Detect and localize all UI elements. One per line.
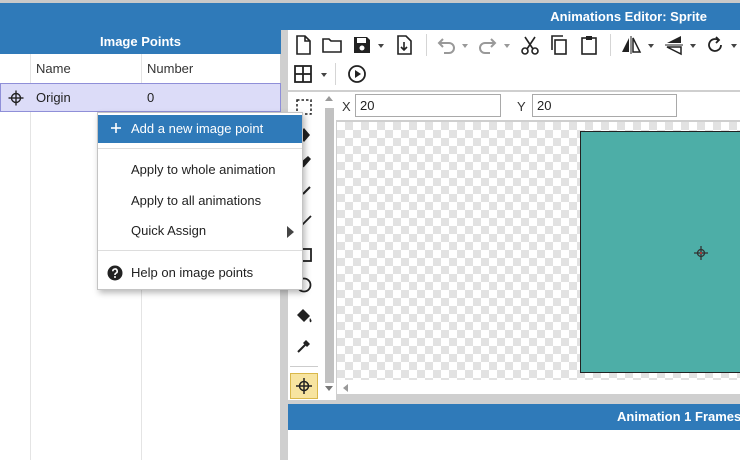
redo-icon[interactable] — [477, 34, 499, 56]
row-number: 0 — [147, 90, 155, 105]
column-divider — [30, 54, 31, 460]
menu-item-label: Apply to whole animation — [131, 162, 276, 177]
scroll-left-arrow[interactable] — [343, 384, 348, 392]
frames-panel-body — [288, 430, 740, 460]
menu-separator — [98, 148, 302, 149]
undo-icon[interactable] — [435, 34, 457, 56]
save-icon[interactable] — [351, 34, 373, 56]
rotate-icon[interactable] — [704, 34, 726, 56]
window-title: Animations Editor: Sprite — [550, 9, 707, 24]
save-dropdown-caret[interactable] — [378, 44, 384, 48]
plus-icon — [109, 121, 123, 135]
grid-dropdown-caret[interactable] — [321, 73, 327, 77]
coordinates-bar: X 20 Y 20 — [288, 92, 740, 120]
table-row[interactable]: Origin 0 — [0, 83, 281, 112]
flip-vertical-icon[interactable] — [663, 34, 685, 56]
image-point-icon[interactable] — [290, 373, 318, 399]
menu-item-label: Help on image points — [131, 265, 254, 280]
scroll-down-arrow[interactable] — [325, 386, 333, 391]
tool-separator — [290, 366, 318, 367]
frames-panel-header: Animation 1 Frames ( — [288, 404, 740, 430]
x-label: X — [342, 99, 351, 114]
row-name: Origin — [36, 90, 71, 105]
frames-panel-title: Animation 1 Frames ( — [617, 409, 740, 424]
y-coordinate-input[interactable]: 20 — [532, 94, 677, 117]
cut-icon[interactable] — [519, 34, 541, 56]
editor-toolbar — [288, 30, 740, 90]
menu-item-label: Apply to all animations — [131, 193, 262, 208]
rotate-dropdown-caret[interactable] — [731, 44, 737, 48]
flip-v-dropdown-caret[interactable] — [690, 44, 696, 48]
open-folder-icon[interactable] — [321, 34, 343, 56]
menu-item-help-image-points[interactable]: Help on image points — [98, 259, 302, 287]
import-icon[interactable] — [393, 34, 415, 56]
crosshair-icon — [8, 90, 24, 106]
menu-separator — [98, 250, 302, 251]
x-coordinate-input[interactable]: 20 — [355, 94, 501, 117]
toolbar-separator — [610, 34, 611, 56]
column-header-name[interactable]: Name — [36, 54, 141, 84]
new-file-icon[interactable] — [292, 34, 314, 56]
column-header-number[interactable]: Number — [147, 54, 280, 84]
flip-h-dropdown-caret[interactable] — [648, 44, 654, 48]
y-label: Y — [517, 99, 526, 114]
scroll-thumb[interactable] — [325, 108, 334, 383]
canvas-horizontal-scrollbar[interactable] — [337, 380, 740, 394]
menu-item-quick-assign[interactable]: Quick Assign — [98, 217, 302, 245]
menu-item-label: Quick Assign — [131, 223, 207, 238]
menu-item-add-image-point[interactable]: Add a new image point — [98, 115, 302, 143]
grid-icon[interactable] — [292, 63, 314, 85]
sprite-image — [580, 131, 740, 373]
play-icon[interactable] — [346, 63, 368, 85]
copy-icon[interactable] — [548, 34, 570, 56]
toolbar-separator — [426, 34, 427, 56]
menu-item-label: Add a new image point — [131, 121, 264, 136]
flip-horizontal-icon[interactable] — [620, 34, 642, 56]
eyedropper-icon[interactable] — [290, 333, 318, 359]
toolbar-separator — [335, 63, 336, 85]
menu-item-apply-whole-animation[interactable]: Apply to whole animation — [98, 156, 302, 184]
redo-dropdown-caret[interactable] — [504, 44, 510, 48]
scroll-up-arrow[interactable] — [325, 96, 333, 101]
window-titlebar: Animations Editor: Sprite — [0, 0, 740, 30]
image-points-header: Image Points — [0, 30, 281, 54]
help-icon — [107, 265, 123, 281]
undo-dropdown-caret[interactable] — [462, 44, 468, 48]
paste-icon[interactable] — [578, 34, 600, 56]
origin-point-icon[interactable] — [693, 245, 709, 261]
context-menu: Add a new image point Apply to whole ani… — [97, 112, 303, 290]
submenu-arrow-icon — [287, 226, 294, 238]
menu-item-apply-all-animations[interactable]: Apply to all animations — [98, 187, 302, 215]
paint-bucket-icon[interactable] — [290, 303, 318, 329]
